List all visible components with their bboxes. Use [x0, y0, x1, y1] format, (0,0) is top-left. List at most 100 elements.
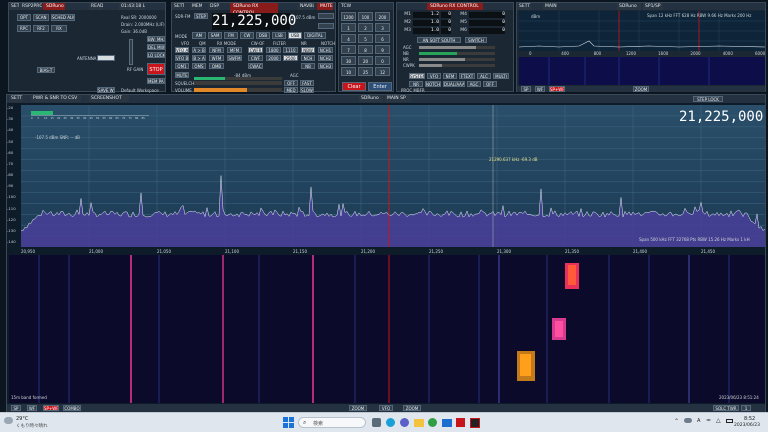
- filter-2000-button[interactable]: 2000: [266, 55, 281, 61]
- bw-button[interactable]: BW: MHz: [147, 36, 165, 42]
- sdruno-app-icon[interactable]: [470, 418, 480, 428]
- clock-date[interactable]: 2023/06/23: [734, 423, 760, 428]
- mode-sam-button[interactable]: SAM: [208, 32, 222, 39]
- rpc-button[interactable]: RPC: [17, 25, 31, 32]
- b-to-a-button[interactable]: B > A: [192, 55, 206, 61]
- main-wf-button[interactable]: WF: [27, 405, 37, 411]
- keypad-key[interactable]: 20: [358, 56, 373, 65]
- alc-button[interactable]: ALC: [477, 73, 491, 79]
- volume-slider[interactable]: [194, 88, 282, 92]
- keypad-key[interactable]: 5: [358, 34, 373, 43]
- search-box[interactable]: ⌕ 検索: [298, 417, 366, 428]
- rx-frequency[interactable]: 21,225,000: [212, 13, 296, 30]
- rx-tab-navbl[interactable]: NAVBL: [298, 3, 314, 10]
- tcw-tab[interactable]: TCW: [339, 3, 393, 10]
- nch3-button[interactable]: NCH3: [318, 63, 333, 69]
- browser-icon[interactable]: [428, 418, 437, 427]
- tab-device[interactable]: RSP2PRO: [20, 3, 42, 10]
- soft-switch-button[interactable]: AN SOFT SOUTH: [417, 37, 461, 43]
- enter-button[interactable]: Enter: [368, 82, 392, 91]
- mode-cw-button[interactable]: CW: [240, 32, 254, 39]
- vfo-b-button[interactable]: VFO B: [175, 55, 189, 61]
- aux-sp-button[interactable]: SP: [521, 86, 531, 92]
- rf2-button[interactable]: RF2: [33, 25, 49, 32]
- vfo2-button[interactable]: VFO: [427, 73, 441, 79]
- mfm-button[interactable]: MFM: [227, 47, 242, 53]
- antenna-button[interactable]: [97, 55, 115, 61]
- lo-lock-button[interactable]: LO LOCK: [147, 52, 165, 58]
- rx2-row-b[interactable]: 0: [441, 28, 451, 34]
- rx2-row-a[interactable]: 1.0: [413, 20, 439, 26]
- sqlc-twr-button[interactable]: SQLC TWR: [713, 405, 739, 411]
- rx-tab-dsp[interactable]: DSP: [208, 3, 220, 10]
- rx2-row-b[interactable]: 0: [441, 12, 451, 18]
- wifi-icon[interactable]: ≈: [706, 417, 711, 424]
- main-frequency[interactable]: 21,225,000: [679, 109, 763, 125]
- dual-button[interactable]: DUAL/AAA: [443, 81, 465, 87]
- swfm-button[interactable]: SWFM: [227, 55, 242, 61]
- agc2-button[interactable]: AGC: [467, 81, 481, 87]
- nr2-button[interactable]: NR: [409, 81, 423, 87]
- rx2-level-slider[interactable]: [419, 58, 495, 61]
- cwac-button[interactable]: CWAC: [248, 63, 263, 69]
- aux-tab-sett[interactable]: SETT: [517, 3, 531, 10]
- security-app-icon[interactable]: [456, 418, 465, 427]
- rx2-level-slider[interactable]: [419, 46, 495, 49]
- filter-1110-button[interactable]: 1110: [283, 47, 298, 53]
- agc-off-button[interactable]: OFF: [284, 80, 298, 86]
- file-explorer-icon[interactable]: [414, 419, 424, 427]
- keypad-key[interactable]: 7: [341, 45, 356, 54]
- chevron-up-icon[interactable]: ⌃: [674, 418, 679, 425]
- tab-sett[interactable]: SETT: [9, 3, 19, 10]
- squelch-slider[interactable]: [194, 81, 282, 85]
- opt-button[interactable]: OPT: [17, 14, 31, 21]
- speaker-icon[interactable]: △: [716, 417, 721, 424]
- keypad-key[interactable]: 12: [375, 67, 390, 76]
- nb-button[interactable]: NB: [301, 63, 315, 69]
- cwf-button[interactable]: CWF: [248, 55, 263, 61]
- aux-spwf-button[interactable]: SP+WF: [549, 86, 565, 92]
- battery-icon[interactable]: [726, 419, 733, 423]
- mute-button[interactable]: MUTE: [175, 72, 189, 78]
- keypad-key[interactable]: 3: [375, 23, 390, 32]
- nch-button[interactable]: NCH: [301, 55, 315, 61]
- rx2-level-slider[interactable]: [419, 52, 495, 55]
- sqlc-value[interactable]: 1: [741, 405, 751, 411]
- main-spwf-button[interactable]: SP+WF: [43, 405, 59, 411]
- keypad-key[interactable]: 6: [375, 34, 390, 43]
- aux-tab-main[interactable]: MAIN: [543, 3, 557, 10]
- main-spectrum-graph[interactable]: [21, 105, 765, 247]
- step-button[interactable]: STEP: [194, 13, 208, 19]
- main-waterfall[interactable]: [9, 255, 765, 403]
- nbw-button[interactable]: NBW: [301, 47, 315, 53]
- mail-icon[interactable]: [442, 419, 452, 427]
- nch2-button[interactable]: NCH2: [318, 55, 333, 61]
- tab-sdruno[interactable]: SDRuno: [43, 3, 65, 10]
- agc-med-button[interactable]: MED: [284, 87, 298, 93]
- system-button[interactable]: SYSTEM: [409, 73, 425, 79]
- off2-button[interactable]: OFF: [483, 81, 497, 87]
- stop-button[interactable]: STOP: [147, 63, 165, 75]
- rx2-level-slider[interactable]: [419, 64, 495, 67]
- ftext-button[interactable]: FTEXT: [459, 73, 475, 79]
- main-zoom-button-2[interactable]: ZOOM: [403, 405, 421, 411]
- edge-icon[interactable]: [386, 418, 395, 427]
- vfo-a-button[interactable]: VFO A: [175, 47, 189, 53]
- clear-button[interactable]: Clear: [342, 82, 366, 91]
- rx2-row-d[interactable]: 0: [469, 28, 505, 34]
- filter-2500-button[interactable]: 2500: [283, 55, 298, 61]
- rx2-row-a[interactable]: 1.2: [413, 12, 439, 18]
- keypad-key[interactable]: 4: [341, 34, 356, 43]
- chat-icon[interactable]: [400, 418, 409, 427]
- qm1-button[interactable]: QM1: [175, 63, 189, 69]
- qms-button[interactable]: QMS: [192, 63, 206, 69]
- weather-temp[interactable]: 29°C: [16, 416, 28, 422]
- mode-usb-button[interactable]: USB: [288, 32, 302, 39]
- rx2-row-d[interactable]: 0: [469, 20, 505, 26]
- nfm2-button[interactable]: NFM: [443, 73, 457, 79]
- rx2-row-d[interactable]: 0: [469, 12, 505, 18]
- agc-slow-button[interactable]: SLOW: [300, 87, 314, 93]
- aux-zoom-button[interactable]: ZOOM: [633, 86, 649, 92]
- qmb-button[interactable]: QMB: [209, 63, 224, 69]
- rx2-row-b[interactable]: 0: [441, 20, 451, 26]
